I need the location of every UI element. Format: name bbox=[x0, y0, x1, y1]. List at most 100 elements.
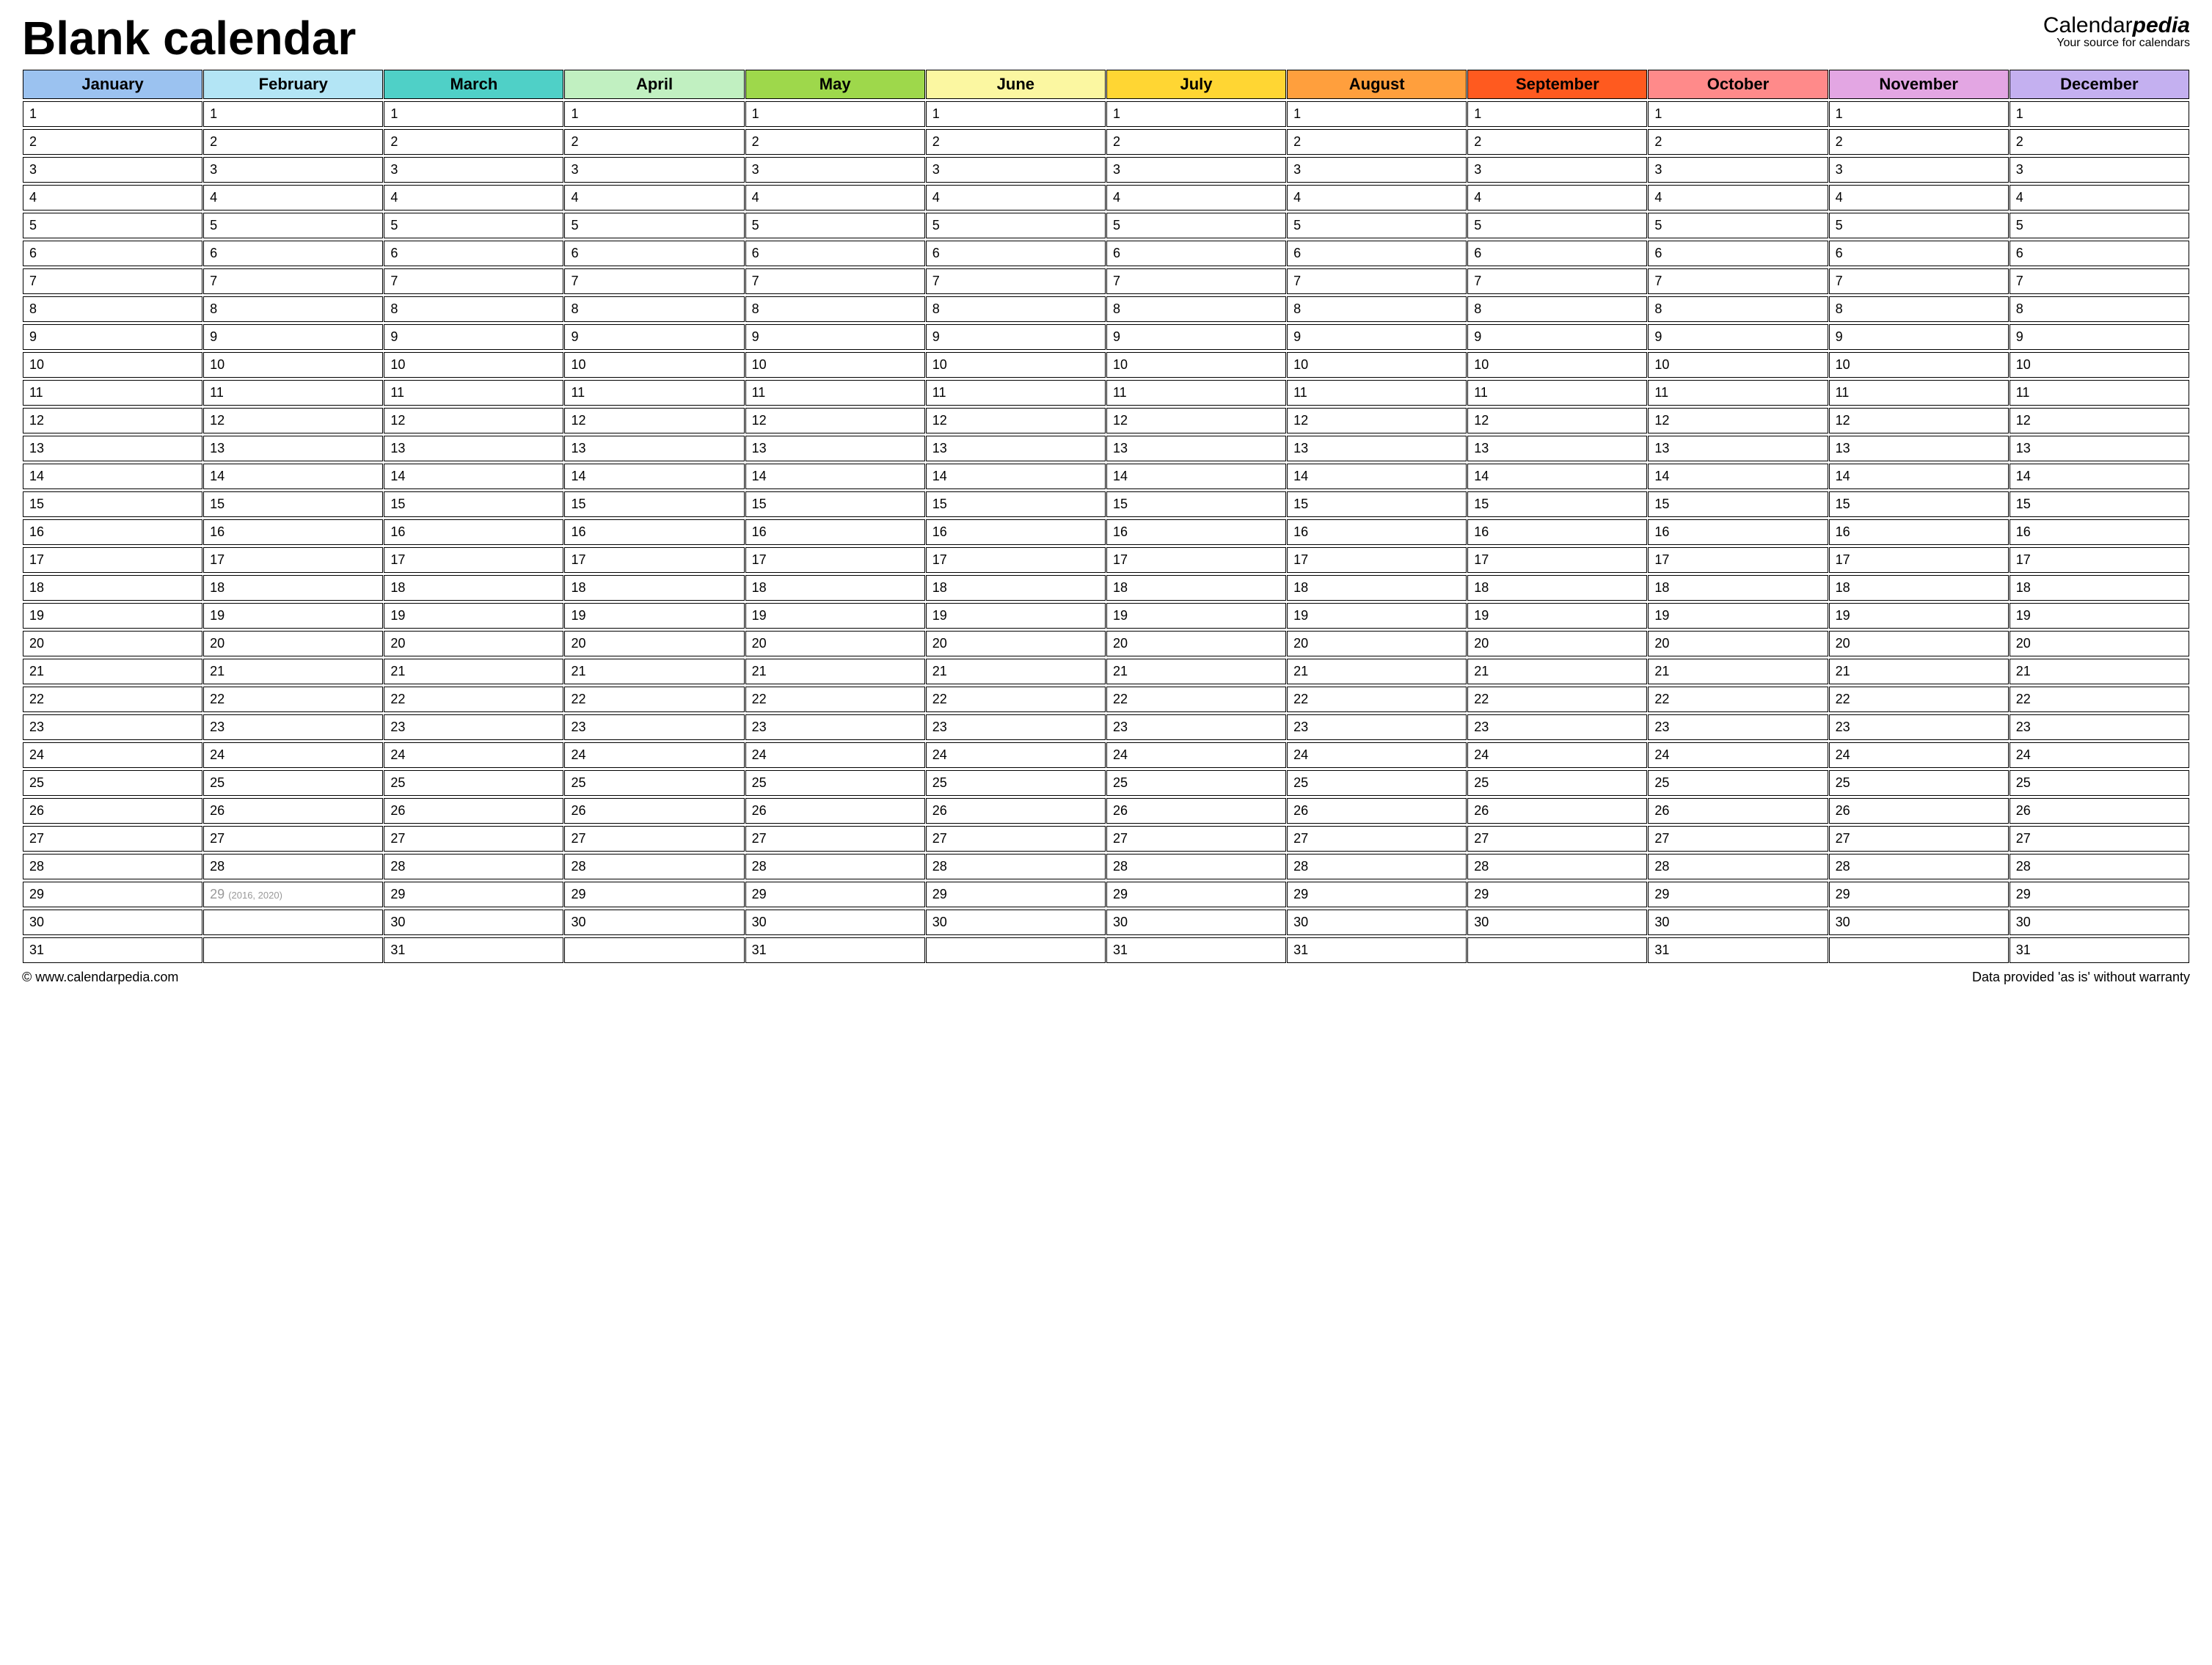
day-cell: 2 bbox=[564, 129, 744, 155]
day-cell: 7 bbox=[2010, 268, 2189, 294]
day-cell: 26 bbox=[1106, 798, 1286, 824]
day-cell: 24 bbox=[1648, 742, 1828, 768]
day-cell: 4 bbox=[564, 185, 744, 211]
day-cell: 29 bbox=[1467, 882, 1647, 907]
day-cell: 20 bbox=[926, 631, 1106, 656]
day-cell: 22 bbox=[1648, 687, 1828, 712]
day-cell: 3 bbox=[1467, 157, 1647, 183]
day-cell: 12 bbox=[23, 408, 202, 433]
footer-right: Data provided 'as is' without warranty bbox=[1972, 970, 2190, 985]
day-cell: 1 bbox=[1287, 101, 1467, 127]
day-cell: 27 bbox=[1467, 826, 1647, 852]
day-cell: 17 bbox=[23, 547, 202, 573]
day-cell: 16 bbox=[926, 519, 1106, 545]
month-header-september: September bbox=[1467, 70, 1647, 99]
day-cell: 1 bbox=[564, 101, 744, 127]
day-cell: 1 bbox=[23, 101, 202, 127]
day-cell: 12 bbox=[1467, 408, 1647, 433]
day-cell: 17 bbox=[384, 547, 563, 573]
day-cell: 23 bbox=[384, 714, 563, 740]
day-cell bbox=[203, 937, 383, 963]
day-cell: 29 bbox=[2010, 882, 2189, 907]
day-cell: 1 bbox=[1648, 101, 1828, 127]
day-cell: 19 bbox=[745, 603, 925, 629]
day-cell: 28 bbox=[23, 854, 202, 879]
day-cell: 12 bbox=[1287, 408, 1467, 433]
day-cell: 30 bbox=[23, 910, 202, 935]
day-cell: 2 bbox=[1467, 129, 1647, 155]
month-header-april: April bbox=[564, 70, 744, 99]
day-cell: 30 bbox=[384, 910, 563, 935]
day-cell: 14 bbox=[23, 464, 202, 489]
day-cell: 10 bbox=[564, 352, 744, 378]
day-cell: 23 bbox=[564, 714, 744, 740]
day-cell: 9 bbox=[2010, 324, 2189, 350]
day-cell: 10 bbox=[1287, 352, 1467, 378]
day-cell: 7 bbox=[564, 268, 744, 294]
day-cell: 13 bbox=[1467, 436, 1647, 461]
day-cell: 21 bbox=[1648, 659, 1828, 684]
month-header-march: March bbox=[384, 70, 563, 99]
day-cell: 21 bbox=[384, 659, 563, 684]
month-header-october: October bbox=[1648, 70, 1828, 99]
day-cell: 4 bbox=[745, 185, 925, 211]
day-cell: 23 bbox=[1648, 714, 1828, 740]
day-cell: 8 bbox=[745, 296, 925, 322]
day-cell: 8 bbox=[1106, 296, 1286, 322]
day-cell: 3 bbox=[384, 157, 563, 183]
day-cell: 21 bbox=[926, 659, 1106, 684]
day-cell: 7 bbox=[1287, 268, 1467, 294]
day-cell: 9 bbox=[564, 324, 744, 350]
day-cell: 18 bbox=[1648, 575, 1828, 601]
day-cell: 21 bbox=[1467, 659, 1647, 684]
day-cell: 16 bbox=[203, 519, 383, 545]
day-cell: 12 bbox=[384, 408, 563, 433]
day-cell: 20 bbox=[564, 631, 744, 656]
day-cell: 2 bbox=[203, 129, 383, 155]
day-cell: 30 bbox=[1467, 910, 1647, 935]
day-cell: 30 bbox=[1106, 910, 1286, 935]
day-cell: 24 bbox=[1467, 742, 1647, 768]
day-cell: 19 bbox=[1287, 603, 1467, 629]
day-cell: 9 bbox=[1106, 324, 1286, 350]
day-cell: 21 bbox=[564, 659, 744, 684]
day-cell: 5 bbox=[384, 213, 563, 238]
day-cell: 17 bbox=[2010, 547, 2189, 573]
day-cell: 1 bbox=[384, 101, 563, 127]
day-cell: 19 bbox=[1829, 603, 2009, 629]
day-cell: 9 bbox=[384, 324, 563, 350]
day-cell: 15 bbox=[1467, 491, 1647, 517]
day-cell: 30 bbox=[1648, 910, 1828, 935]
day-cell: 24 bbox=[1106, 742, 1286, 768]
day-cell: 29 bbox=[564, 882, 744, 907]
day-cell: 13 bbox=[1829, 436, 2009, 461]
day-cell: 31 bbox=[23, 937, 202, 963]
day-cell: 10 bbox=[23, 352, 202, 378]
day-cell: 9 bbox=[1648, 324, 1828, 350]
day-cell: 26 bbox=[564, 798, 744, 824]
day-cell: 1 bbox=[926, 101, 1106, 127]
day-cell: 26 bbox=[926, 798, 1106, 824]
day-cell: 12 bbox=[2010, 408, 2189, 433]
footer-left: © www.calendarpedia.com bbox=[22, 970, 178, 985]
day-cell: 24 bbox=[1287, 742, 1467, 768]
day-cell: 15 bbox=[1287, 491, 1467, 517]
day-cell: 21 bbox=[2010, 659, 2189, 684]
day-cell: 25 bbox=[203, 770, 383, 796]
day-cell: 1 bbox=[203, 101, 383, 127]
day-cell: 31 bbox=[1106, 937, 1286, 963]
day-cell: 18 bbox=[1467, 575, 1647, 601]
day-cell: 27 bbox=[203, 826, 383, 852]
day-cell: 19 bbox=[203, 603, 383, 629]
day-cell: 6 bbox=[203, 241, 383, 266]
day-cell: 13 bbox=[926, 436, 1106, 461]
day-cell: 25 bbox=[1467, 770, 1647, 796]
day-cell: 23 bbox=[1829, 714, 2009, 740]
day-cell: 10 bbox=[1467, 352, 1647, 378]
day-cell: 28 bbox=[1829, 854, 2009, 879]
day-cell: 5 bbox=[1648, 213, 1828, 238]
day-cell: 16 bbox=[745, 519, 925, 545]
day-cell: 20 bbox=[23, 631, 202, 656]
day-cell: 28 bbox=[203, 854, 383, 879]
day-cell: 9 bbox=[1829, 324, 2009, 350]
